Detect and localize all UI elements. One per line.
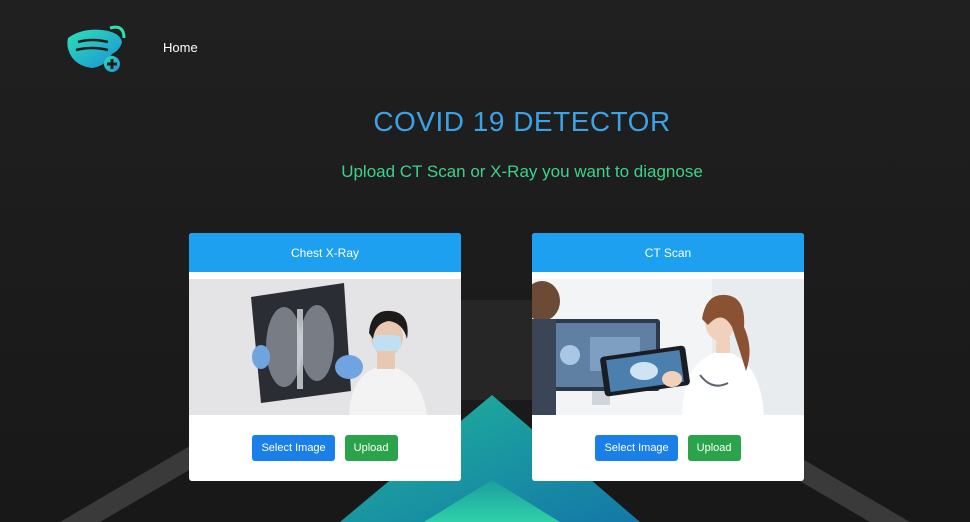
nav-home-link[interactable]: Home (163, 40, 198, 55)
chest-xray-card: Chest X-Ray Select Image Upload (189, 233, 461, 481)
card-header-ct-scan: CT Scan (532, 233, 804, 272)
upload-button[interactable]: Upload (344, 435, 398, 461)
select-image-button[interactable]: Select Image (252, 435, 335, 461)
doctor-with-tablet-ct-scan-image (532, 279, 804, 415)
upload-button[interactable]: Upload (687, 435, 741, 461)
card-header-chest-xray: Chest X-Ray (189, 233, 461, 272)
page: Home COVID 19 DETECTOR Upload CT Scan or… (0, 0, 970, 522)
face-mask-plus-icon[interactable] (62, 20, 128, 76)
card-actions-chest-xray: Select Image Upload (189, 435, 461, 461)
ct-scan-card: CT Scan Select Image Upload (532, 233, 804, 481)
select-image-button[interactable]: Select Image (595, 435, 678, 461)
doctor-holding-chest-xray-image (189, 279, 461, 415)
card-actions-ct-scan: Select Image Upload (532, 435, 804, 461)
page-subtitle: Upload CT Scan or X-Ray you want to diag… (341, 162, 703, 181)
page-title: COVID 19 DETECTOR (373, 106, 671, 137)
navbar: Home (0, 0, 970, 90)
